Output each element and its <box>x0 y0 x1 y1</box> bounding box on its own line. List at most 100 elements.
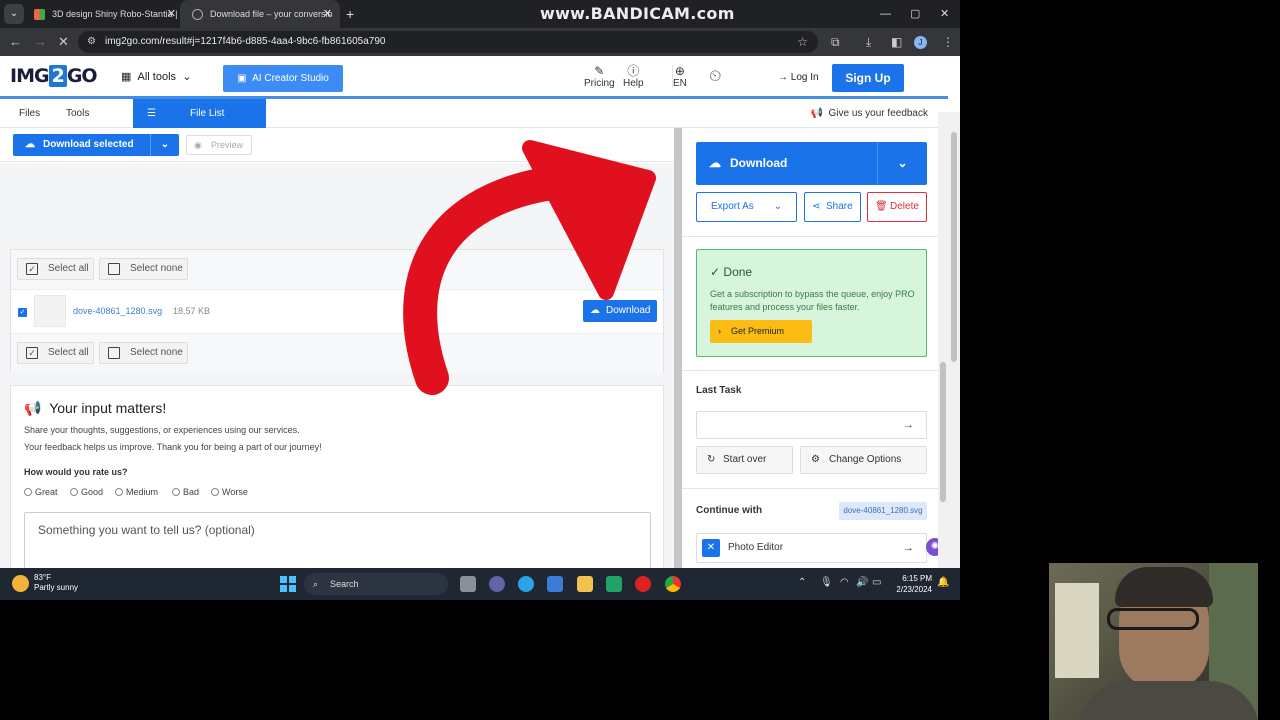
file-list: ✓ Select all Select none ✓ dove-40861_128… <box>10 249 664 373</box>
downloads-icon[interactable]: ⤓ <box>866 28 871 56</box>
divider <box>682 488 948 489</box>
scroll-thumb[interactable] <box>951 132 957 362</box>
chrome-icon[interactable] <box>665 576 681 592</box>
bandicam-watermark: www.BANDICAM.com <box>540 4 735 23</box>
select-all-label: Select all <box>48 263 89 274</box>
bookmark-star-icon[interactable]: ☆ <box>797 31 808 53</box>
login-link[interactable]: → Log In <box>778 72 819 83</box>
close-tab-icon[interactable]: ✕ <box>323 0 332 28</box>
battery-icon[interactable]: ▭ <box>872 577 881 588</box>
back-arrow-icon[interactable]: ← <box>9 28 22 56</box>
rating-good[interactable]: Good <box>70 487 103 497</box>
weather-widget[interactable]: 83°F Partly sunny <box>12 573 78 593</box>
stop-loading-icon[interactable]: ✕ <box>58 28 69 56</box>
volume-icon[interactable]: 🔊 <box>856 577 868 588</box>
file-row[interactable]: ✓ dove-40861_1280.svg 18.57 KB ☁ Download <box>11 289 663 334</box>
file-checkbox[interactable]: ✓ <box>18 308 27 317</box>
notification-bell-icon[interactable]: 🔔 <box>937 577 949 588</box>
cloud-download-icon: ☁ <box>590 305 600 316</box>
teams-chat-icon[interactable] <box>489 576 505 592</box>
site-info-icon[interactable]: ⚙ <box>87 31 96 53</box>
chevron-down-icon[interactable]: ⌄ <box>150 134 179 156</box>
tab-search-button[interactable]: ⌄ <box>4 4 24 24</box>
select-all-button[interactable]: ✓ Select all <box>17 258 94 280</box>
select-none-button[interactable]: Select none <box>99 258 188 280</box>
browser-tab-2[interactable]: Download file – your conversio ✕ <box>180 0 340 28</box>
restore-icon[interactable]: ▢ <box>910 0 920 28</box>
url-text[interactable]: img2go.com/result#j=1217f4b6-d885-4aa4-9… <box>105 31 385 53</box>
windows-start-icon[interactable] <box>280 576 296 592</box>
megaphone-icon: 📢 <box>810 108 823 119</box>
side-panel-icon[interactable]: ◧ <box>891 28 902 56</box>
file-download-button[interactable]: ☁ Download <box>583 300 657 322</box>
delete-button[interactable]: 🗑 Delete <box>867 192 927 222</box>
edge-icon[interactable] <box>518 576 534 592</box>
trash-icon: 🗑 <box>875 201 888 212</box>
profile-avatar[interactable]: J <box>914 36 927 49</box>
file-name[interactable]: dove-40861_1280.svg <box>73 306 162 316</box>
rating-bad[interactable]: Bad <box>172 487 199 497</box>
start-over-button[interactable]: ↻ Start over <box>696 446 793 474</box>
signup-button[interactable]: Sign Up <box>832 64 904 92</box>
list-icon: ☰ <box>147 108 156 119</box>
photo-editor-item[interactable]: ✕ Photo Editor → <box>696 533 927 563</box>
address-bar[interactable]: ⚙ img2go.com/result#j=1217f4b6-d885-4aa4… <box>78 31 818 53</box>
rating-medium[interactable]: Medium <box>115 487 158 497</box>
arrow-right-icon: → <box>903 419 914 431</box>
task-view-icon[interactable] <box>460 576 476 592</box>
export-as-button[interactable]: Export As ⌄ <box>696 192 797 222</box>
chevron-down-icon[interactable]: ⌄ <box>877 142 927 185</box>
minimize-icon[interactable]: — <box>880 0 891 28</box>
scroll-thumb[interactable] <box>674 128 682 568</box>
webcam-overlay <box>1049 563 1258 720</box>
download-selected-button[interactable]: ☁ Download selected ⌄ <box>13 134 179 156</box>
left-pane-scrollbar[interactable] <box>674 128 682 568</box>
excel-icon[interactable] <box>606 576 622 592</box>
rating-great[interactable]: Great <box>24 487 58 497</box>
login-label: Log In <box>790 72 819 83</box>
system-clock[interactable]: 6:15 PM 2/23/2024 <box>892 573 932 595</box>
tab-tools[interactable]: Tools <box>66 99 89 128</box>
change-options-button[interactable]: ⚙ Change Options <box>800 446 927 474</box>
taskbar-search[interactable]: ⌕ Search <box>304 573 448 595</box>
rating-worse[interactable]: Worse <box>211 487 248 497</box>
all-tools-menu[interactable]: ▦ All tools ⌄ <box>121 70 191 83</box>
file-list-button[interactable]: ☰ File List <box>133 99 266 128</box>
get-premium-button[interactable]: › Get Premium <box>710 320 812 343</box>
scroll-thumb[interactable] <box>940 362 946 502</box>
share-button[interactable]: ⋖ Share <box>804 192 861 222</box>
tab-files[interactable]: Files <box>19 99 41 130</box>
result-sidebar: ☁ Download ⌄ Export As ⌄ ⋖ Share 🗑 Delete ✓… <box>682 128 948 568</box>
browser-tab-1[interactable]: 3D design Shiny Robo-Stantia | ✕ <box>22 0 184 28</box>
bandicam-icon[interactable] <box>635 576 651 592</box>
close-window-icon[interactable]: ✕ <box>940 0 949 28</box>
screen: ⌄ 3D design Shiny Robo-Stantia | ✕ Downl… <box>0 0 960 600</box>
store-icon[interactable] <box>547 576 563 592</box>
sidebar-scrollbar[interactable] <box>938 112 948 600</box>
wifi-icon[interactable]: ◠ <box>840 577 849 588</box>
tag-icon: ✎ <box>594 64 605 78</box>
new-tab-button[interactable]: + <box>346 0 354 28</box>
help-link[interactable]: ⓘ Help <box>623 65 644 90</box>
file-explorer-icon[interactable] <box>577 576 593 592</box>
share-label: Share <box>826 201 853 212</box>
pricing-link[interactable]: ✎ Pricing <box>584 64 615 90</box>
download-button[interactable]: ☁ Download ⌄ <box>696 142 927 185</box>
history-icon[interactable]: ⏲ <box>709 68 721 86</box>
ai-creator-studio-button[interactable]: ▣ AI Creator Studio <box>223 65 343 92</box>
select-none-button[interactable]: Select none <box>99 342 188 364</box>
menu-dots-icon[interactable]: ⋮ <box>942 28 954 56</box>
close-tab-icon[interactable]: ✕ <box>167 0 176 28</box>
feedback-link[interactable]: 📢 Give us your feedback <box>810 99 928 128</box>
file-area: ✓ Select all Select none ✓ dove-40861_128… <box>0 163 674 585</box>
microphone-icon[interactable]: 🎙 <box>820 577 833 588</box>
show-hidden-icons[interactable]: ⌃ <box>798 577 806 588</box>
language-selector[interactable]: ⊕ EN <box>672 65 687 89</box>
extensions-icon[interactable]: ⧉ <box>831 28 840 56</box>
img2go-logo[interactable]: IMG 2 GO <box>10 65 98 87</box>
last-task-field[interactable]: → <box>696 411 927 439</box>
preview-button[interactable]: ◉ Preview <box>186 135 252 155</box>
forward-arrow-icon[interactable]: → <box>34 28 47 56</box>
select-all-button[interactable]: ✓ Select all <box>17 342 94 364</box>
page-scrollbar[interactable] <box>948 112 960 600</box>
